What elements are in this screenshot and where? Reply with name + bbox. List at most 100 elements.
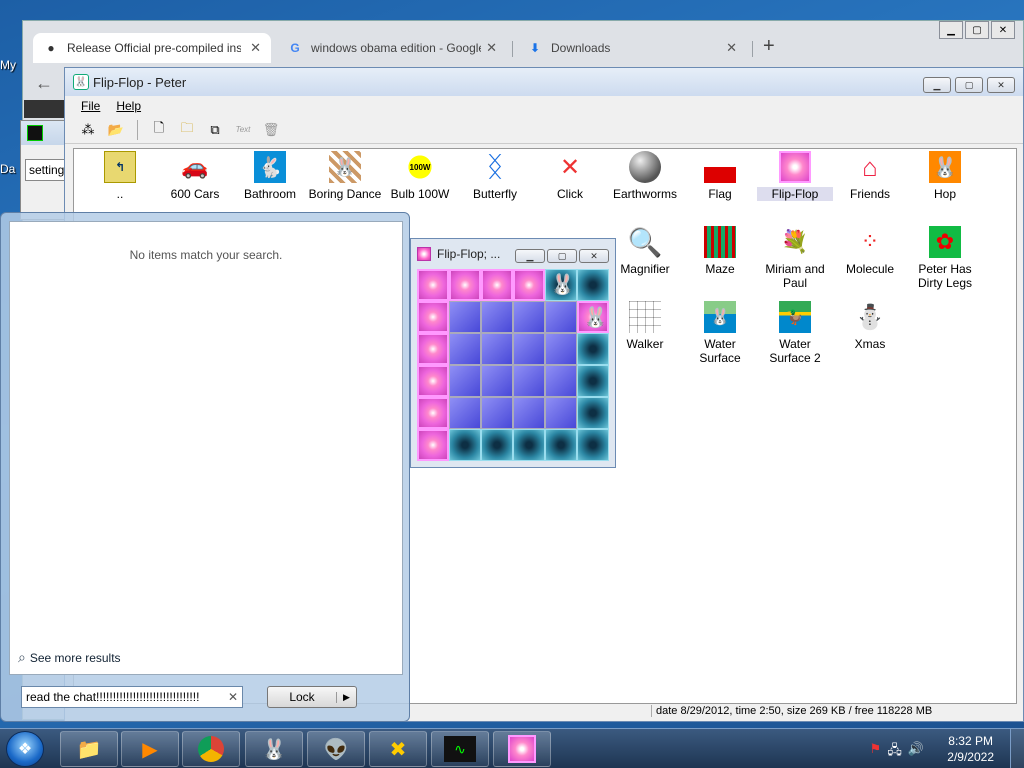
board-cell[interactable] [449,269,481,301]
minimize-button[interactable]: ▁ [515,249,545,263]
settings-input[interactable]: setting [25,159,69,181]
new-tab-button[interactable]: + [763,35,775,58]
item-up[interactable]: ↰ .. [82,151,158,201]
board-cell[interactable] [577,269,609,301]
minimize-button[interactable]: ▁ [923,77,951,93]
board-cell[interactable]: 🐰 [577,301,609,333]
board-cell[interactable] [417,429,449,461]
item-flip-flop[interactable]: Flip-Flop [757,151,833,201]
menu-file[interactable]: File [81,99,100,113]
item-peter-has-dirty-legs[interactable]: ✿ Peter Has Dirty Legs [907,226,983,290]
start-button[interactable]: ❖ [6,731,44,767]
item-miriam-and-paul[interactable]: 💐 Miriam and Paul [757,226,833,290]
back-arrow-icon[interactable]: ← [35,73,53,94]
new-file-icon[interactable]: 🗋 [148,119,170,141]
desktop-label-da[interactable]: Da [0,162,15,176]
item-hop[interactable]: 🐰 Hop [907,151,983,201]
item-maze[interactable]: Maze [682,226,758,276]
board-cell[interactable] [481,333,513,365]
network-icon[interactable]: ⁂ [77,119,99,141]
board-cell[interactable] [481,365,513,397]
see-more-results-link[interactable]: ⌕ See more results [18,649,121,666]
board-cell[interactable]: 🐰 [545,269,577,301]
board-cell[interactable] [577,365,609,397]
board-cell[interactable] [449,301,481,333]
board-cell[interactable] [417,397,449,429]
taskbar-alien-app[interactable]: 👽 [307,731,365,767]
close-icon[interactable]: ✕ [250,40,261,56]
item-xmas[interactable]: ⛄ Xmas [832,301,908,352]
item-click[interactable]: ✕ Click [532,151,608,202]
maximize-button[interactable]: ▢ [965,21,989,39]
maximize-button[interactable]: ▢ [547,249,577,263]
taskbar-flipflop[interactable]: 🐰 [245,731,303,767]
new-folder-icon[interactable]: 🗀 [176,119,198,141]
board-cell[interactable] [577,429,609,461]
chevron-right-icon[interactable]: ▶ [336,691,356,703]
board-cell[interactable] [417,269,449,301]
board-cell[interactable] [513,397,545,429]
close-button[interactable]: ✕ [579,249,609,263]
board-cell[interactable] [545,429,577,461]
item-water-surface[interactable]: 🐰 Water Surface [682,301,758,365]
board-cell[interactable] [481,429,513,461]
item-molecule[interactable]: ⁘ Molecule [832,226,908,276]
game-board[interactable]: 🐰 🐰 [417,269,609,461]
clock[interactable]: 8:32 PM 2/9/2022 [947,733,994,765]
rename-text-icon[interactable]: Text [232,119,254,141]
item-water-surface-2[interactable]: 🦆 Water Surface 2 [757,301,833,365]
board-cell[interactable] [449,429,481,461]
board-cell[interactable] [513,365,545,397]
board-cell[interactable] [513,269,545,301]
minimize-button[interactable]: ▁ [939,21,963,39]
item-magnifier[interactable]: 🔍 Magnifier [607,226,683,277]
volume-icon[interactable]: 🔊 [908,741,924,763]
taskbar-chrome[interactable] [182,731,240,767]
show-desktop-button[interactable] [1010,729,1024,768]
taskbar-explorer[interactable]: 📁 [60,731,118,767]
tab-google-search[interactable]: G windows obama edition - Google ✕ [277,33,507,63]
board-cell[interactable] [449,365,481,397]
lock-button[interactable]: Lock ▶ [267,686,357,708]
action-center-icon[interactable]: ⚑ [870,741,882,763]
close-button[interactable]: ✕ [987,77,1015,93]
item-600-cars[interactable]: 🚗 600 Cars [157,151,233,201]
board-cell[interactable] [577,397,609,429]
board-cell[interactable] [513,301,545,333]
network-icon[interactable]: 🖧 [887,741,902,763]
close-icon[interactable]: ✕ [486,40,497,56]
tab-downloads[interactable]: ⬇ Downloads ✕ [517,33,747,63]
board-cell[interactable] [417,333,449,365]
item-boring-dance[interactable]: 🐰 Boring Dance [307,151,383,201]
item-bathroom[interactable]: 🐇 Bathroom [232,151,308,201]
open-folder-icon[interactable]: 📂 [105,119,127,141]
trash-icon[interactable]: 🗑 [260,119,282,141]
board-cell[interactable] [545,333,577,365]
item-bulb[interactable]: 100W Bulb 100W [382,151,458,201]
item-walker[interactable]: Walker [607,301,683,351]
clear-icon[interactable]: ✕ [228,690,238,704]
copy-icon[interactable]: ⧉ [204,119,226,141]
board-cell[interactable] [417,301,449,333]
menu-help[interactable]: Help [116,99,141,113]
board-cell[interactable] [417,365,449,397]
maximize-button[interactable]: ▢ [955,77,983,93]
close-button[interactable]: ✕ [991,21,1015,39]
taskbar-flipflop-game[interactable] [493,731,551,767]
close-icon[interactable]: ✕ [726,40,737,56]
board-cell[interactable] [481,301,513,333]
board-cell[interactable] [577,333,609,365]
board-cell[interactable] [513,333,545,365]
item-friends[interactable]: ⌂ Friends [832,151,908,202]
board-cell[interactable] [513,429,545,461]
item-flag[interactable]: Flag [682,151,758,201]
desktop-label-my[interactable]: My [0,58,16,72]
tab-github-release[interactable]: ● Release Official pre-compiled ins ✕ [33,33,271,63]
search-input[interactable] [26,690,221,704]
taskbar-oscilloscope[interactable]: ∿ [431,731,489,767]
taskbar-x-app[interactable]: ✖ [369,731,427,767]
board-cell[interactable] [545,365,577,397]
board-cell[interactable] [449,333,481,365]
board-cell[interactable] [545,397,577,429]
board-cell[interactable] [449,397,481,429]
